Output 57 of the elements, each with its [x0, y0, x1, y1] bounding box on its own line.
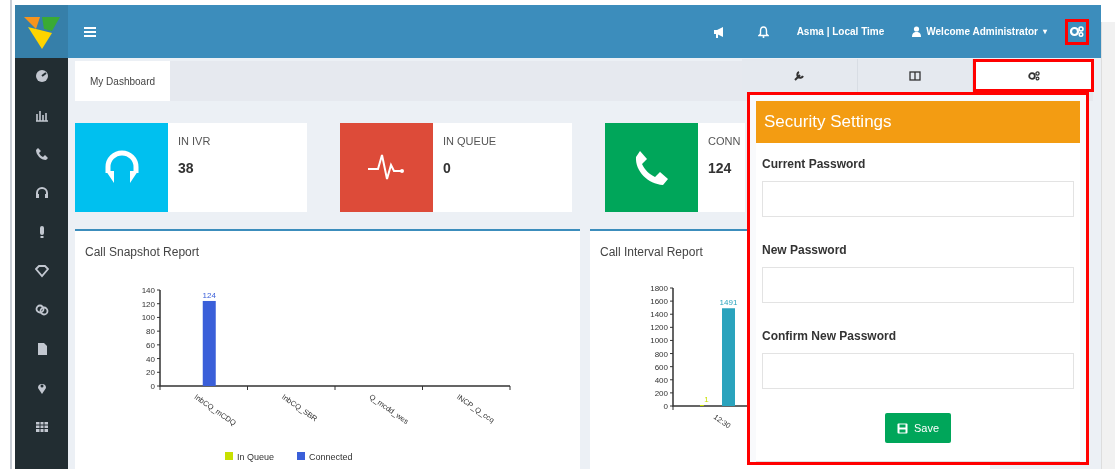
- menu-icon[interactable]: [84, 26, 96, 37]
- data-label: 1491: [719, 298, 738, 308]
- bar-chart-icon[interactable]: [34, 108, 49, 122]
- settings-button[interactable]: [1065, 18, 1089, 45]
- bell-icon[interactable]: [757, 25, 769, 38]
- axis-tick-label: 0: [663, 402, 668, 411]
- panel-tab[interactable]: [973, 59, 1094, 92]
- field-label: Confirm New Password: [762, 328, 898, 345]
- gauge-icon[interactable]: [34, 69, 49, 83]
- legend-label: Connected: [309, 452, 353, 462]
- user-menu-button[interactable]: Welcome Administrator ▾: [912, 24, 1047, 39]
- stat-label: IN IVR: [178, 134, 211, 150]
- table-icon[interactable]: [34, 420, 49, 434]
- axis-tick-label: 60: [146, 340, 155, 350]
- axis-tick-label: 80: [146, 327, 155, 337]
- axis-tick-label: 400: [654, 375, 668, 385]
- card-title: Security Settings: [756, 101, 1080, 143]
- stat-label: IN QUEUE: [443, 134, 497, 150]
- password-field[interactable]: [762, 353, 1074, 389]
- axis-tick-label: 200: [654, 388, 668, 398]
- axis-tick-label: 1800: [650, 284, 668, 293]
- scrollbar[interactable]: [1101, 22, 1115, 469]
- save-button[interactable]: Save: [884, 413, 952, 443]
- megaphone-icon[interactable]: [712, 25, 726, 38]
- axis-tick-label: 120: [141, 299, 155, 309]
- stat-value: 0: [443, 158, 452, 178]
- axis-tick-label: 100: [141, 313, 155, 323]
- axis-tick-label: 20: [146, 368, 155, 378]
- axis-tick-label: 0: [150, 382, 155, 391]
- users-icon[interactable]: [34, 303, 49, 317]
- axis-tick-label: 1000: [650, 336, 668, 346]
- user-icon: [912, 26, 922, 37]
- field-label: New Password: [762, 242, 848, 259]
- time-zone-link[interactable]: Asma | Local Time: [796, 24, 885, 39]
- diamond-icon[interactable]: [34, 264, 49, 278]
- password-field[interactable]: [762, 267, 1074, 303]
- report-title: Call Snapshot Report: [84, 244, 201, 261]
- password-field[interactable]: [762, 181, 1074, 217]
- report-title: Call Interval Report: [599, 244, 704, 261]
- axis-tick-label: 140: [141, 286, 155, 295]
- data-label: 124: [202, 290, 216, 300]
- axis-tick-label: 1400: [650, 310, 668, 320]
- axis-tick-label: 800: [654, 349, 668, 359]
- axis-tick-label: 600: [654, 362, 668, 372]
- stat-label: CONN: [708, 134, 741, 150]
- legend-label: In Queue: [237, 452, 275, 462]
- phone-icon[interactable]: [34, 147, 49, 161]
- stat-value: 124: [708, 158, 733, 178]
- stat-value: 38: [178, 158, 195, 178]
- field-label: Current Password: [762, 156, 867, 173]
- gears-icon: [1070, 26, 1084, 37]
- data-label: 1: [704, 395, 709, 404]
- headset-icon[interactable]: [34, 186, 49, 200]
- axis-tick-label: 1200: [650, 323, 668, 333]
- axis-tick-label: 40: [146, 354, 155, 364]
- axis-tick-label: 1600: [650, 297, 668, 307]
- dashboard-tab[interactable]: My Dashboard: [75, 61, 171, 102]
